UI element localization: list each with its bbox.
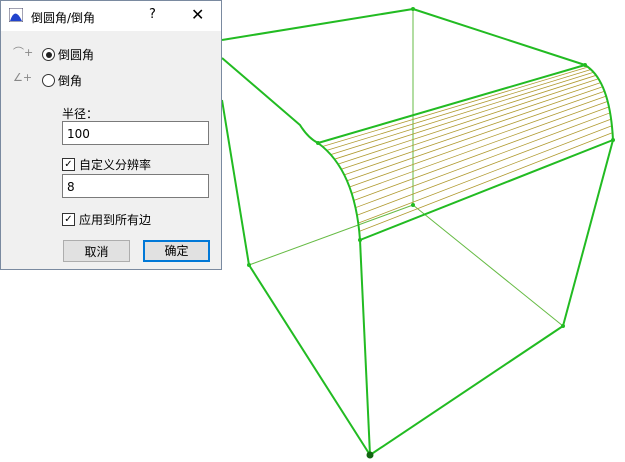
cancel-button[interactable]: 取消 [63, 240, 130, 262]
chamfer-icon: ∠+ [13, 71, 33, 84]
close-button[interactable]: ✕ [191, 5, 204, 24]
help-button[interactable]: ? [149, 7, 156, 22]
title-bar[interactable]: 倒圆角/倒角 ? ✕ [1, 1, 221, 31]
ok-button[interactable]: 确定 [143, 240, 210, 262]
radio-chamfer[interactable]: 倒角 [42, 72, 82, 89]
fillet-icon: ⌒+ [13, 46, 34, 59]
app-icon [9, 8, 23, 22]
dialog-title: 倒圆角/倒角 [31, 11, 96, 25]
fillet-hatch [322, 66, 613, 232]
hatch-line [349, 95, 607, 188]
apply-all-checkbox[interactable]: ✓ 应用到所有边 [62, 211, 151, 228]
radio-button[interactable] [42, 48, 55, 61]
hatch-line [355, 112, 611, 209]
hidden-edges [248, 9, 564, 327]
vertices [247, 7, 615, 459]
radio-label: 倒圆角 [58, 48, 95, 62]
checkbox[interactable]: ✓ [62, 158, 75, 171]
hatch-line [341, 82, 601, 170]
checkbox-label: 应用到所有边 [79, 213, 152, 227]
custom-resolution-checkbox[interactable]: ✓ 自定义分辨率 [62, 156, 151, 173]
radio-fillet[interactable]: 倒圆角 [42, 46, 94, 63]
hatch-line [330, 71, 594, 156]
solid-edges [221, 8, 614, 456]
radius-input[interactable]: 100 [62, 121, 209, 145]
radio-button[interactable] [42, 74, 55, 87]
resolution-input[interactable]: 8 [62, 174, 209, 198]
hatch-line [351, 100, 608, 194]
checkbox[interactable]: ✓ [62, 213, 75, 226]
hatch-line [344, 86, 603, 176]
checkbox-label: 自定义分辨率 [79, 158, 152, 172]
radio-label: 倒角 [58, 74, 83, 88]
fillet-chamfer-dialog: 倒圆角/倒角 ? ✕ ⌒+ 倒圆角 ∠+ 倒角 半径： 100 ✓ 自定义分辨率… [0, 0, 222, 270]
hatch-line [358, 125, 613, 224]
hatch-line [359, 132, 613, 232]
radius-label: 半径： [62, 107, 99, 121]
hatch-line [322, 66, 589, 147]
